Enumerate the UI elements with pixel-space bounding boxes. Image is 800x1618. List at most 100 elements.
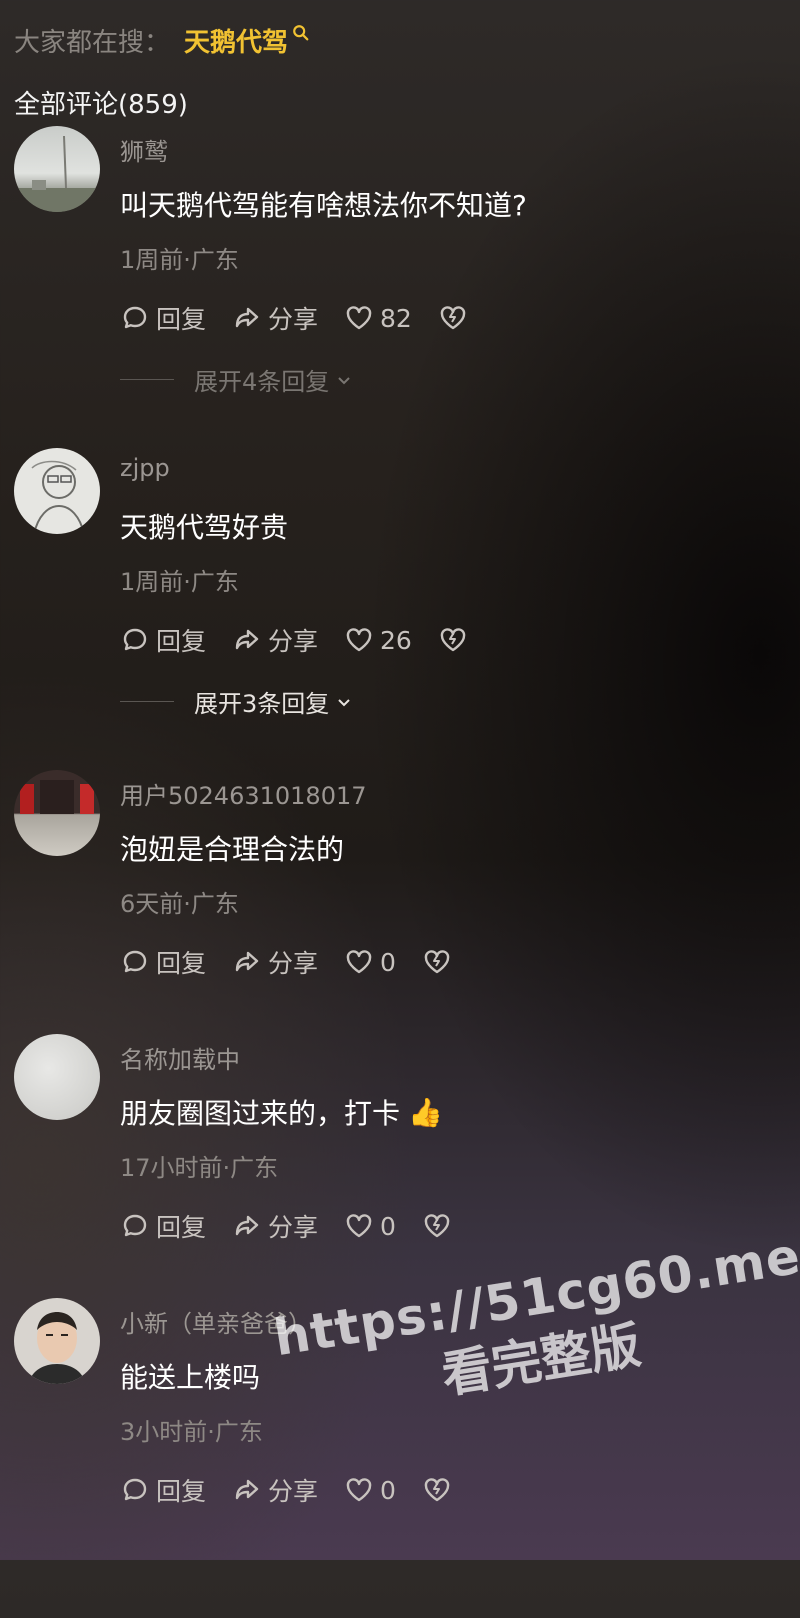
share-label: 分享: [268, 627, 319, 656]
avatar-image: [14, 135, 100, 212]
share-button[interactable]: 分享: [232, 944, 318, 980]
username[interactable]: 名称加载中: [120, 1040, 240, 1075]
like-count: 0: [380, 947, 396, 977]
reply-icon: [123, 1214, 147, 1237]
reply-label: 回复: [156, 305, 207, 334]
chevron-down-icon: [338, 376, 350, 384]
reply-icon: [123, 1478, 147, 1501]
avatar-image: [28, 1312, 86, 1384]
expand-replies[interactable]: 展开4条回复: [120, 362, 353, 397]
like-button[interactable]: 0: [344, 1211, 396, 1241]
broken-heart-icon: [424, 1478, 450, 1502]
username[interactable]: zjpp: [120, 454, 170, 482]
share-label: 分享: [268, 1477, 319, 1506]
expand-label: 展开3条回复: [194, 690, 330, 718]
share-icon: [235, 1479, 259, 1500]
comment-text: 天鹅代驾好贵: [120, 506, 288, 546]
share-button[interactable]: 分享: [232, 1472, 318, 1508]
dislike-button[interactable]: [438, 625, 468, 655]
broken-heart-icon: [424, 1214, 450, 1238]
comment-item: zjpp 天鹅代驾好贵 1周前·广东 回复 分享 26 展开3条回复: [0, 448, 800, 768]
comment-actions: 回复 分享 0: [120, 944, 478, 980]
search-icon[interactable]: [292, 24, 310, 42]
dislike-button[interactable]: [422, 1211, 452, 1241]
reply-label: 回复: [156, 1213, 207, 1242]
avatar-image: [20, 780, 94, 814]
avatar[interactable]: [14, 770, 100, 856]
avatar[interactable]: [14, 1034, 100, 1120]
avatar[interactable]: [14, 1298, 100, 1384]
avatar[interactable]: [14, 448, 100, 534]
comment-text: 叫天鹅代驾能有啥想法你不知道?: [120, 184, 527, 224]
reply-icon: [123, 628, 147, 651]
share-icon: [235, 951, 259, 972]
broken-heart-icon: [440, 628, 466, 652]
comment-text-body: 能送上楼吗: [120, 1361, 261, 1394]
heart-icon: [346, 628, 372, 652]
expand-label: 展开4条回复: [194, 368, 330, 396]
reply-button[interactable]: 回复: [120, 1208, 206, 1244]
like-button[interactable]: 82: [344, 303, 412, 333]
share-icon: [235, 1215, 259, 1236]
like-button[interactable]: 0: [344, 1475, 396, 1505]
comment-meta: 6天前·广东: [120, 890, 239, 918]
heart-icon: [346, 950, 372, 974]
heart-icon: [346, 1478, 372, 1502]
comment-meta: 1周前·广东: [120, 568, 239, 596]
reply-button[interactable]: 回复: [120, 1472, 206, 1508]
like-count: 0: [380, 1211, 396, 1241]
comment-text-body: 泡妞是合理合法的: [120, 833, 345, 866]
heart-icon: [346, 306, 372, 330]
comment-text: 能送上楼吗: [120, 1356, 260, 1396]
comment-actions: 回复 分享 26: [120, 622, 494, 658]
username[interactable]: 用户5024631018017: [120, 776, 367, 811]
avatar[interactable]: [14, 126, 100, 212]
dislike-button[interactable]: [422, 947, 452, 977]
share-label: 分享: [268, 1213, 319, 1242]
like-button[interactable]: 26: [344, 625, 412, 655]
reply-label: 回复: [156, 949, 207, 978]
like-button[interactable]: 0: [344, 947, 396, 977]
reply-button[interactable]: 回复: [120, 300, 206, 336]
thumbs-up-emoji: 👍: [408, 1095, 443, 1129]
comment-count: 全部评论(859): [14, 90, 188, 120]
dislike-button[interactable]: [422, 1475, 452, 1505]
share-button[interactable]: 分享: [232, 622, 318, 658]
share-icon: [235, 307, 259, 328]
reply-button[interactable]: 回复: [120, 944, 206, 980]
reply-icon: [123, 306, 147, 329]
dislike-button[interactable]: [438, 303, 468, 333]
comment-text: 泡妞是合理合法的: [120, 828, 344, 868]
comment-text-body: 朋友圈图过来的，打卡: [120, 1097, 401, 1130]
expand-divider: [120, 379, 174, 380]
comment-text-body: 叫天鹅代驾能有啥想法你不知道?: [120, 189, 527, 222]
comment-meta: 3小时前·广东: [120, 1418, 263, 1446]
share-button[interactable]: 分享: [232, 1208, 318, 1244]
heart-icon: [346, 1214, 372, 1238]
share-label: 分享: [268, 949, 319, 978]
broken-heart-icon: [424, 950, 450, 974]
search-term-link[interactable]: 天鹅代驾: [184, 22, 288, 59]
comment-actions: 回复 分享 82: [120, 300, 494, 336]
share-label: 分享: [268, 305, 319, 334]
reply-button[interactable]: 回复: [120, 622, 206, 658]
username[interactable]: 狮鹫: [120, 132, 168, 167]
comment-item: 狮鹫 叫天鹅代驾能有啥想法你不知道? 1周前·广东 回复 分享 82 展开4条回…: [0, 126, 800, 446]
reply-label: 回复: [156, 627, 207, 656]
comment-meta: 1周前·广东: [120, 246, 239, 274]
avatar-image: [31, 460, 85, 534]
comment-text-body: 天鹅代驾好贵: [120, 511, 289, 544]
search-bar[interactable]: 大家都在搜： 天鹅代驾: [14, 22, 310, 59]
comment-text: 朋友圈图过来的，打卡 👍: [120, 1092, 443, 1132]
like-count: 26: [380, 625, 412, 655]
reply-label: 回复: [156, 1477, 207, 1506]
search-prefix: 大家都在搜：: [14, 28, 171, 58]
comment-actions: 回复 分享 0: [120, 1472, 478, 1508]
expand-divider: [120, 701, 174, 702]
share-icon: [235, 629, 259, 650]
expand-replies[interactable]: 展开3条回复: [120, 684, 353, 719]
share-button[interactable]: 分享: [232, 300, 318, 336]
comment-actions: 回复 分享 0: [120, 1208, 478, 1244]
broken-heart-icon: [440, 306, 466, 330]
comment-meta: 17小时前·广东: [120, 1154, 279, 1182]
